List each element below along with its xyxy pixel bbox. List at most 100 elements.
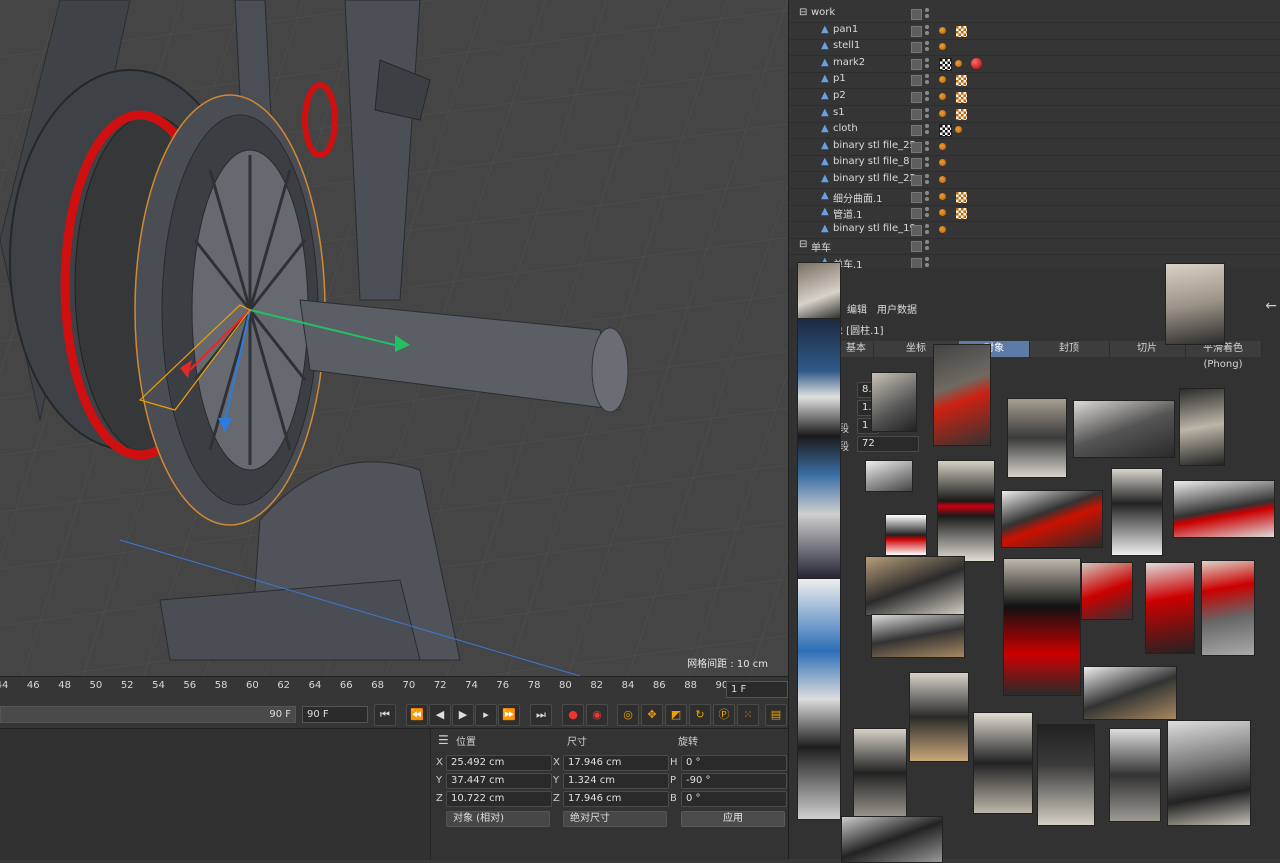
layer-toggle-icon[interactable] [911, 125, 922, 137]
check-tag-icon[interactable] [955, 91, 968, 104]
visibility-dots-icon[interactable] [925, 91, 929, 103]
layer-toggle-icon[interactable] [911, 241, 922, 253]
layer-toggle-icon[interactable] [911, 175, 922, 186]
rotation-b-field[interactable]: 0 ° [681, 791, 787, 807]
object-name[interactable]: 细分曲面.1 [833, 190, 883, 205]
check-tag-icon[interactable] [955, 24, 968, 38]
size-z-field[interactable]: 17.946 cm [563, 791, 669, 807]
visibility-dots-icon[interactable] [925, 24, 929, 37]
object-name[interactable]: 单车 [811, 239, 831, 254]
move-key-icon[interactable]: ✥ [641, 704, 663, 726]
rotation-h-field[interactable]: 0 ° [681, 755, 787, 771]
object-name[interactable]: binary stl file_8 [833, 156, 909, 167]
object-row[interactable]: ▲ mark2 [789, 56, 1280, 73]
phong-tag-icon[interactable] [939, 192, 946, 200]
rotate-key-icon[interactable]: ↻ [689, 704, 711, 726]
current-frame-field[interactable]: 1 F [726, 681, 788, 698]
phong-tag-icon[interactable] [939, 209, 946, 217]
object-name[interactable]: 管道.1 [833, 206, 863, 221]
object-row[interactable]: ▲ binary stl file_25 [789, 139, 1280, 156]
object-row[interactable]: ▲ p1 [789, 72, 1280, 90]
object-manager[interactable]: ⊟ work ▲ pan1 ▲ stell1 ▲ mark2 ▲ p1 ▲ p2 ▲ s1 ▲ cloth ▲ b… [788, 0, 1280, 272]
visibility-dots-icon[interactable] [925, 140, 929, 153]
black-tag-icon[interactable] [939, 57, 952, 71]
object-name[interactable]: s1 [833, 107, 845, 118]
check-tag-icon[interactable] [955, 190, 968, 204]
visibility-dots-icon[interactable] [925, 74, 929, 86]
check-tag-icon[interactable] [955, 207, 968, 221]
tab-basic[interactable]: 基本 [839, 341, 874, 357]
phong-tag-icon[interactable] [955, 126, 962, 134]
phong-tag-icon[interactable] [939, 76, 946, 84]
visibility-dots-icon[interactable] [925, 41, 929, 53]
phong-tag-icon[interactable] [939, 176, 946, 183]
next-key-icon[interactable]: ⏩ [498, 704, 520, 726]
object-name[interactable]: binary stl file_19 [833, 223, 916, 234]
film-icon[interactable]: ▤ [765, 704, 787, 726]
play-icon[interactable]: ▶ [452, 704, 474, 726]
phong-tag-icon[interactable] [939, 93, 946, 100]
coordinate-mode-dropdown[interactable]: 对象 (相对) [446, 811, 550, 827]
position-x-field[interactable]: 25.492 cm [446, 755, 552, 771]
visibility-dots-icon[interactable] [925, 207, 929, 219]
visibility-dots-icon[interactable] [925, 57, 929, 70]
object-name[interactable]: cloth [833, 123, 858, 134]
object-name[interactable]: work [811, 7, 835, 18]
visibility-dots-icon[interactable] [925, 190, 929, 203]
phong-tag-icon[interactable] [939, 109, 946, 117]
tab-caps[interactable]: 封顶 [1029, 341, 1110, 357]
visibility-dots-icon[interactable] [925, 240, 929, 252]
phong-tag-icon[interactable] [939, 142, 946, 150]
frame-range-slider[interactable]: 90 F [0, 706, 296, 723]
position-z-field[interactable]: 10.722 cm [446, 791, 552, 807]
object-name[interactable]: p1 [833, 73, 846, 84]
record-icon[interactable]: ● [562, 704, 584, 726]
goto-end-icon[interactable]: ⏭ [530, 704, 552, 726]
goto-start-icon[interactable]: ⏮ [374, 704, 396, 726]
object-row[interactable]: ▲ pan1 [789, 23, 1280, 40]
timeline-ruler[interactable]: 44 46 48 50 52 54 56 58 60 62 64 66 68 70 72 74 76 78 80 82… [0, 677, 788, 697]
layer-toggle-icon[interactable] [911, 42, 922, 54]
next-frame-icon[interactable]: ▸ [475, 704, 497, 726]
position-y-field[interactable]: 37.447 cm [446, 773, 552, 789]
phong-tag-icon[interactable] [939, 43, 946, 51]
attribute-manager[interactable]: 编辑 用户数据 ← 对象 [圆柱.1] 基本 坐标 对象 封顶 切片 平滑着色(… [788, 262, 1280, 863]
menu-edit[interactable]: 编辑 [847, 301, 867, 316]
object-row[interactable]: ▲ binary stl file_19 [789, 222, 1280, 239]
object-row[interactable]: ▲ 细分曲面.1 [789, 189, 1280, 206]
visibility-dots-icon[interactable] [925, 157, 929, 169]
phong-tag-icon[interactable] [955, 59, 962, 67]
red-tag-icon[interactable] [971, 57, 982, 69]
object-name[interactable]: binary stl file_25 [833, 140, 916, 151]
menu-user-data[interactable]: 用户数据 [877, 301, 917, 316]
size-y-field[interactable]: 1.324 cm [563, 773, 669, 789]
check-tag-icon[interactable] [955, 74, 968, 88]
param-key-icon[interactable]: Ⓟ [713, 704, 735, 726]
autokey-icon[interactable]: ◉ [586, 704, 608, 726]
phong-tag-icon[interactable] [939, 26, 946, 34]
layer-toggle-icon[interactable] [911, 58, 922, 70]
rotation-segments-field[interactable]: 72 [857, 436, 919, 452]
object-name[interactable]: mark2 [833, 57, 865, 68]
object-row[interactable]: ▲ 管道.1 [789, 205, 1280, 223]
layer-toggle-icon[interactable] [911, 158, 922, 170]
layer-toggle-icon[interactable] [911, 191, 922, 203]
object-row[interactable]: ▲ cloth [789, 122, 1280, 140]
object-row[interactable]: ▲ stell1 [789, 39, 1280, 57]
end-frame-field[interactable]: 90 F [302, 706, 368, 723]
prev-key-icon[interactable]: ⏪ [406, 704, 428, 726]
layer-toggle-icon[interactable] [911, 9, 922, 20]
layer-toggle-icon[interactable] [911, 25, 922, 37]
apply-button[interactable]: 应用 [681, 811, 785, 827]
object-row[interactable]: ▲ s1 [789, 106, 1280, 123]
timeline-panel[interactable]: 44 46 48 50 52 54 56 58 60 62 64 66 68 70 72 74 76 78 80 82… [0, 676, 788, 729]
prev-frame-icon[interactable]: ◀ [429, 704, 451, 726]
visibility-dots-icon[interactable] [925, 223, 929, 236]
object-row[interactable]: ⊟ work [789, 6, 1280, 23]
layer-toggle-icon[interactable] [911, 141, 922, 153]
object-row[interactable]: ⊟ 单车 [789, 238, 1280, 256]
rotation-p-field[interactable]: -90 ° [681, 773, 787, 789]
scale-key-icon[interactable]: ◩ [665, 704, 687, 726]
visibility-dots-icon[interactable] [925, 8, 929, 20]
phong-tag-icon[interactable] [939, 159, 946, 167]
